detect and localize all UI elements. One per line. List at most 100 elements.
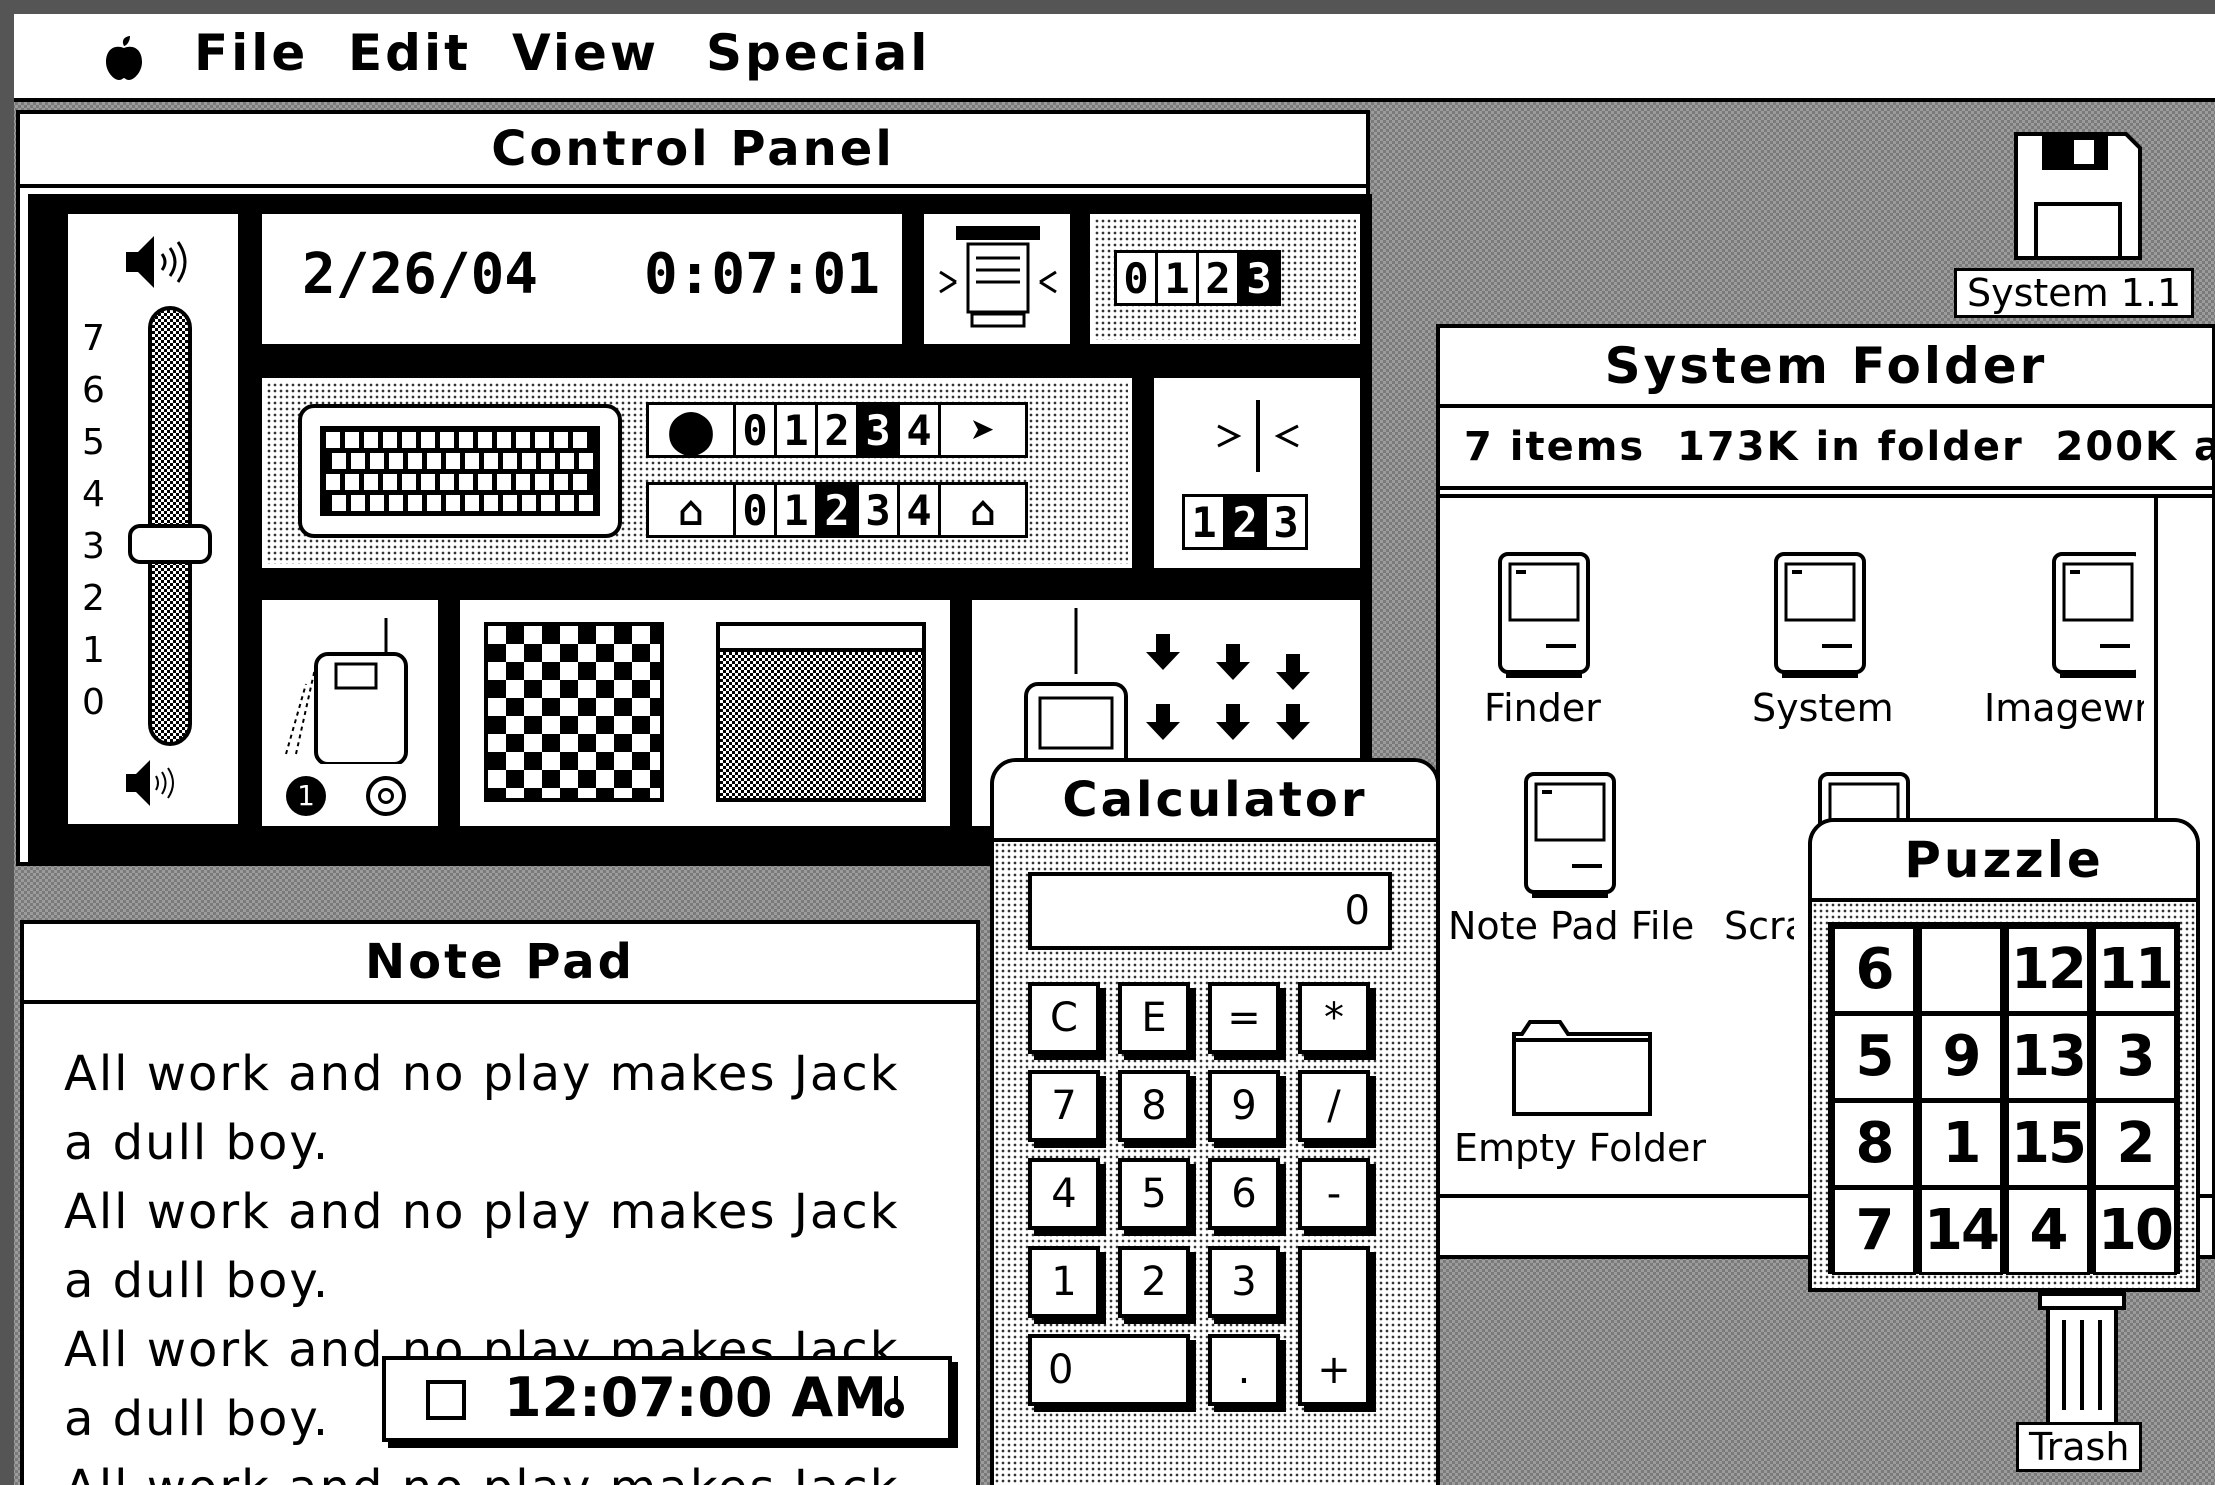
calc-key-14[interactable]: 3 — [1208, 1246, 1280, 1318]
puzzle-tile-2[interactable]: 2 — [2093, 1100, 2177, 1188]
key-repeat-option-0[interactable]: 0 — [733, 402, 777, 458]
puzzle-tile-12[interactable]: 12 — [2006, 926, 2090, 1014]
puzzle-tile-14[interactable]: 14 — [1919, 1187, 2003, 1275]
finder-label[interactable]: Finder — [1484, 686, 1601, 730]
control-panel-window[interactable]: Control Panel 7 6 5 4 3 2 1 0 2/26/04 0:… — [16, 110, 1372, 866]
menu-blink-selector[interactable]: 0123 — [1114, 250, 1281, 306]
puzzle-tile-3[interactable]: 3 — [2093, 1013, 2177, 1101]
menu-edit[interactable]: Edit — [348, 24, 471, 82]
caret-blink-option-3[interactable]: 3 — [1264, 494, 1308, 550]
scrapbook-label[interactable]: Scra — [1724, 904, 1794, 948]
puzzle-tile-15[interactable]: 15 — [2006, 1100, 2090, 1188]
puzzle-tile-10[interactable]: 10 — [2093, 1187, 2177, 1275]
alarm-checkbox[interactable] — [426, 1380, 466, 1420]
menu-view[interactable]: View — [512, 24, 659, 82]
desktop[interactable]: File Edit View Special Control Panel 7 6… — [0, 0, 2215, 1485]
calc-key-12[interactable]: 1 — [1028, 1246, 1100, 1318]
caret-blink-option-1[interactable]: 1 — [1182, 494, 1226, 550]
key-delay-selector[interactable]: 01234 — [733, 482, 941, 538]
date-field[interactable]: 2/26/04 — [302, 242, 538, 307]
imagewriter-icon[interactable] — [2050, 550, 2136, 680]
puzzle-empty-slot[interactable] — [1919, 926, 2003, 1014]
calc-key-9[interactable]: 5 — [1118, 1158, 1190, 1230]
calc-key-5[interactable]: 8 — [1118, 1070, 1190, 1142]
note-pad-line: a dull boy. — [64, 1253, 331, 1309]
calc-key-decimal[interactable]: . — [1208, 1334, 1280, 1406]
calc-key-4[interactable]: 7 — [1028, 1070, 1100, 1142]
calc-key-0[interactable]: C — [1028, 982, 1100, 1054]
menu-blink-option-2[interactable]: 2 — [1196, 250, 1240, 306]
volume-panel: 7 6 5 4 3 2 1 0 — [64, 210, 242, 828]
caret-blink-selector[interactable]: 123 — [1182, 494, 1308, 550]
key-delay-option-3[interactable]: 3 — [856, 482, 900, 538]
puzzle-tile-1[interactable]: 1 — [1919, 1100, 2003, 1188]
calc-key-10[interactable]: 6 — [1208, 1158, 1280, 1230]
key-delay-row[interactable]: ⌂ 0 1 2 3 4 ⌂ — [646, 482, 1028, 538]
calculator-window[interactable]: Calculator 0 C E = * 7 8 9/4 5 6-1 2 3 0. + — [990, 758, 1440, 1485]
empty-folder-icon[interactable] — [1510, 1014, 1654, 1118]
puzzle-tile-8[interactable]: 8 — [1832, 1100, 1916, 1188]
puzzle-tile-5[interactable]: 5 — [1832, 1013, 1916, 1101]
puzzle-tile-9[interactable]: 9 — [1919, 1013, 2003, 1101]
port-two-button[interactable] — [366, 776, 406, 816]
puzzle-tile-7[interactable]: 7 — [1832, 1187, 1916, 1275]
calc-key-7[interactable]: / — [1298, 1070, 1370, 1142]
disk-label[interactable]: System 1.1 — [1954, 268, 2195, 318]
system-folder-title[interactable]: System Folder — [1440, 328, 2212, 408]
key-delay-option-4[interactable]: 4 — [897, 482, 941, 538]
alarm-clock-window[interactable]: 12:07:00 AM — [382, 1356, 952, 1442]
port-one-button[interactable]: 1 — [286, 776, 326, 816]
calc-key-plus[interactable]: + — [1298, 1246, 1370, 1406]
menu-blink-option-1[interactable]: 1 — [1155, 250, 1199, 306]
key-repeat-option-4[interactable]: 4 — [897, 402, 941, 458]
apple-icon[interactable] — [104, 36, 144, 80]
calc-key-2[interactable]: = — [1208, 982, 1280, 1054]
note-pad-file-label[interactable]: Note Pad File — [1448, 904, 1694, 948]
puzzle-tile-11[interactable]: 11 — [2093, 926, 2177, 1014]
menu-file[interactable]: File — [194, 24, 308, 82]
finder-icon[interactable] — [1496, 550, 1592, 680]
key-repeat-option-2[interactable]: 2 — [815, 402, 859, 458]
system-file-label[interactable]: System — [1752, 686, 1894, 730]
calc-key-13[interactable]: 2 — [1118, 1246, 1190, 1318]
key-repeat-option-3[interactable]: 3 — [856, 402, 900, 458]
calc-key-3[interactable]: * — [1298, 982, 1370, 1054]
menu-special[interactable]: Special — [706, 24, 930, 82]
pattern-editor[interactable] — [484, 622, 664, 802]
key-repeat-row[interactable]: ⬤ 0 1 2 3 4 ➤ — [646, 402, 1028, 458]
puzzle-tile-6[interactable]: 6 — [1832, 926, 1916, 1014]
calc-key-1[interactable]: E — [1118, 982, 1190, 1054]
pattern-preview[interactable] — [716, 622, 926, 802]
caret-blink-option-2[interactable]: 2 — [1223, 494, 1267, 550]
trash-label[interactable]: Trash — [2016, 1422, 2143, 1472]
puzzle-title[interactable]: Puzzle — [1812, 822, 2196, 902]
trash-icon[interactable] — [2036, 1290, 2128, 1428]
key-repeat-selector[interactable]: 01234 — [733, 402, 941, 458]
key-delay-option-0[interactable]: 0 — [733, 482, 777, 538]
volume-slider-thumb[interactable] — [128, 524, 212, 564]
calc-key-6[interactable]: 9 — [1208, 1070, 1280, 1142]
puzzle-tile-4[interactable]: 4 — [2006, 1187, 2090, 1275]
calc-key-11[interactable]: - — [1298, 1158, 1370, 1230]
puzzle-tile-13[interactable]: 13 — [2006, 1013, 2090, 1101]
imagewriter-label[interactable]: Imagewr — [1984, 686, 2144, 730]
calc-key-zero[interactable]: 0 — [1028, 1334, 1190, 1406]
calculator-title[interactable]: Calculator — [994, 762, 1436, 842]
empty-folder-label[interactable]: Empty Folder — [1454, 1126, 1706, 1170]
note-pad-title[interactable]: Note Pad — [24, 924, 976, 1004]
key-delay-option-1[interactable]: 1 — [774, 482, 818, 538]
puzzle-window[interactable]: Puzzle 6 12 11 5 9 13 3 8 1 15 2 7 14 4 10 — [1808, 818, 2200, 1292]
key-repeat-option-1[interactable]: 1 — [774, 402, 818, 458]
port-two-icon — [378, 788, 394, 804]
system-file-icon[interactable] — [1772, 550, 1868, 680]
menu-blink-option-0[interactable]: 0 — [1114, 250, 1158, 306]
alarm-bell-icon[interactable] — [880, 1372, 910, 1422]
control-panel-title[interactable]: Control Panel — [20, 114, 1366, 188]
disk-icon[interactable] — [2012, 130, 2144, 262]
time-field[interactable]: 0:07:01 — [644, 242, 880, 307]
alarm-clock-time[interactable]: 12:07:00 AM — [504, 1366, 887, 1429]
key-delay-option-2[interactable]: 2 — [815, 482, 859, 538]
note-pad-file-icon[interactable] — [1522, 770, 1618, 900]
menu-blink-option-3[interactable]: 3 — [1237, 250, 1281, 306]
calc-key-8[interactable]: 4 — [1028, 1158, 1100, 1230]
